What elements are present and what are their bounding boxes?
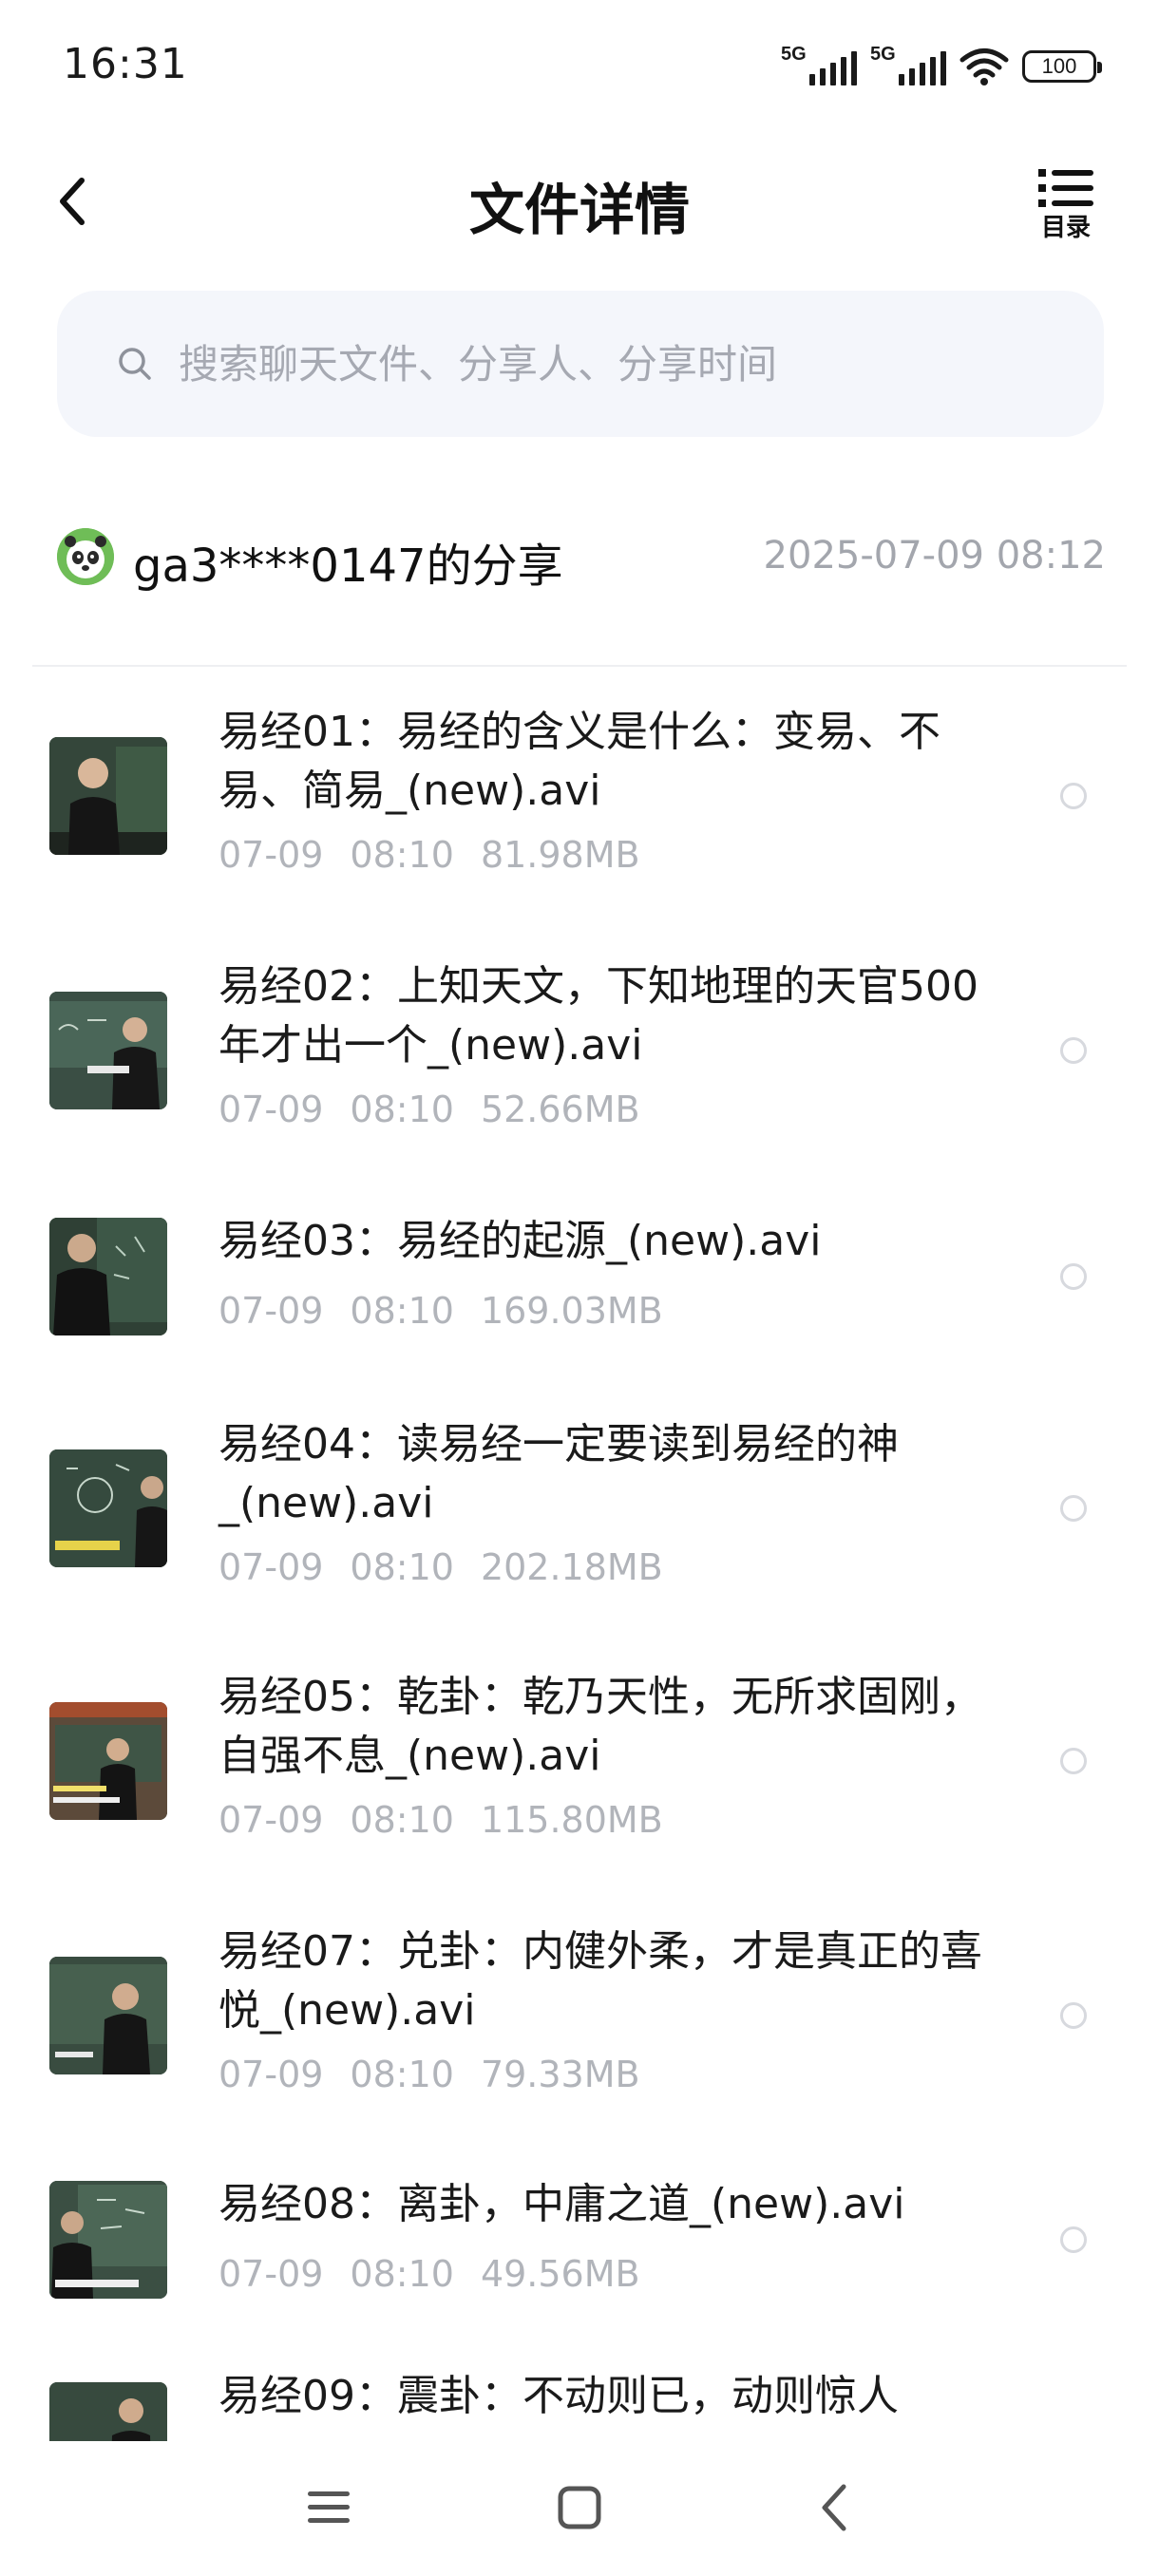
file-meta: 07-09 08:10 52.66MB <box>218 1089 640 1130</box>
select-radio[interactable] <box>1060 2002 1087 2029</box>
status-time: 16:31 <box>63 40 188 88</box>
file-name: 易经02：上知天文，下知地理的天官500年才出一个_(new).avi <box>218 962 978 1070</box>
file-item[interactable]: 易经07：兑卦：内健外柔，才是真正的喜悦_(new).avi 07-09 08:1… <box>0 1886 1159 2141</box>
wifi-icon <box>960 47 1009 85</box>
video-thumbnail <box>49 1449 167 1567</box>
home-button[interactable] <box>542 2470 618 2546</box>
file-name: 易经08：离卦，中庸之道_(new).avi <box>218 2180 905 2228</box>
system-nav-bar <box>0 2441 1159 2576</box>
file-list: 易经01：易经的含义是什么：变易、不易、简易_(new).avi 07-09 08… <box>0 667 1159 2441</box>
status-icons: 5G 5G 100 <box>781 42 1102 91</box>
file-item[interactable]: 易经01：易经的含义是什么：变易、不易、简易_(new).avi 07-09 08… <box>0 667 1159 923</box>
file-meta: 07-09 08:10 202.18MB <box>218 1546 663 1588</box>
file-item[interactable]: 易经05：乾卦：乾乃天性，无所求固刚，自强不息_(new).avi 07-09 0… <box>0 1632 1159 1886</box>
home-square-icon <box>558 2486 601 2529</box>
file-name: 易经01：易经的含义是什么：变易、不易、简易_(new).avi <box>218 708 940 815</box>
nav-back-button[interactable] <box>796 2470 872 2546</box>
search-box[interactable] <box>57 291 1104 437</box>
file-item[interactable]: 易经04：读易经一定要读到易经的神_(new).avi 07-09 08:10 20… <box>0 1377 1159 1632</box>
signal-2-label: 5G <box>870 44 896 65</box>
video-thumbnail <box>49 992 167 1109</box>
sharer-name: ga3****0147的分享 <box>133 540 563 593</box>
page-title: 文件详情 <box>468 178 690 242</box>
file-item[interactable]: 易经02：上知天文，下知地理的天官500年才出一个_(new).avi 07-0… <box>0 921 1159 1178</box>
video-thumbnail <box>49 737 167 855</box>
file-meta: 07-09 08:10 49.56MB <box>218 2253 640 2295</box>
file-item[interactable]: 易经08：离卦，中庸之道_(new).avi 07-09 08:10 49.56MB <box>0 2141 1159 2340</box>
signal-1-label: 5G <box>781 44 807 65</box>
file-name: 易经09：震卦：不动则已，动则惊人 <box>218 2372 899 2420</box>
file-name: 易经07：兑卦：内健外柔，才是真正的喜悦_(new).avi <box>218 1927 982 2035</box>
file-name: 易经04：读易经一定要读到易经的神_(new).avi <box>218 1420 899 1527</box>
file-meta: 07-09 08:10 115.80MB <box>218 1799 663 1841</box>
signal-1-icon: 5G <box>781 44 857 85</box>
video-thumbnail <box>49 1957 167 2074</box>
file-item[interactable]: 易经09：震卦：不动则已，动则惊人 <box>0 2340 1159 2441</box>
file-name: 易经03：易经的起源_(new).avi <box>218 1217 822 1265</box>
search-input[interactable] <box>177 339 1036 388</box>
toc-label: 目录 <box>1040 214 1091 242</box>
panda-avatar-icon <box>57 528 114 585</box>
toc-button[interactable]: 目录 <box>1032 165 1100 241</box>
battery-level: 100 <box>1041 54 1077 78</box>
back-triangle-icon <box>822 2484 846 2531</box>
menu-icon <box>308 2491 350 2523</box>
share-header: ga3****0147的分享 2025-07-09 08:12 <box>57 524 1106 593</box>
search-icon <box>119 348 151 380</box>
battery-icon: 100 <box>1022 50 1102 83</box>
select-radio[interactable] <box>1060 1495 1087 1522</box>
status-bar: 16:31 5G 5G 100 <box>0 0 1159 133</box>
select-radio[interactable] <box>1060 1263 1087 1290</box>
avatar[interactable] <box>57 528 114 585</box>
signal-2-icon: 5G <box>870 44 946 85</box>
file-meta: 07-09 08:10 81.98MB <box>218 834 640 876</box>
header: 文件详情 目录 <box>0 152 1159 247</box>
select-radio[interactable] <box>1060 783 1087 809</box>
video-thumbnail <box>49 1218 167 1335</box>
video-thumbnail <box>49 1702 167 1820</box>
file-item[interactable]: 易经03：易经的起源_(new).avi 07-09 08:10 169.03MB <box>0 1178 1159 1379</box>
video-thumbnail <box>49 2382 167 2441</box>
select-radio[interactable] <box>1060 2226 1087 2253</box>
select-radio[interactable] <box>1060 1037 1087 1064</box>
file-meta: 07-09 08:10 169.03MB <box>218 1290 663 1332</box>
share-time: 2025-07-09 08:12 <box>763 534 1106 578</box>
list-icon <box>1038 169 1093 207</box>
menu-button[interactable] <box>291 2470 367 2546</box>
video-thumbnail <box>49 2181 167 2299</box>
file-name: 易经05：乾卦：乾乃天性，无所求固刚，自强不息_(new).avi <box>218 1673 982 1780</box>
file-meta: 07-09 08:10 79.33MB <box>218 2054 640 2095</box>
select-radio[interactable] <box>1060 1748 1087 1774</box>
